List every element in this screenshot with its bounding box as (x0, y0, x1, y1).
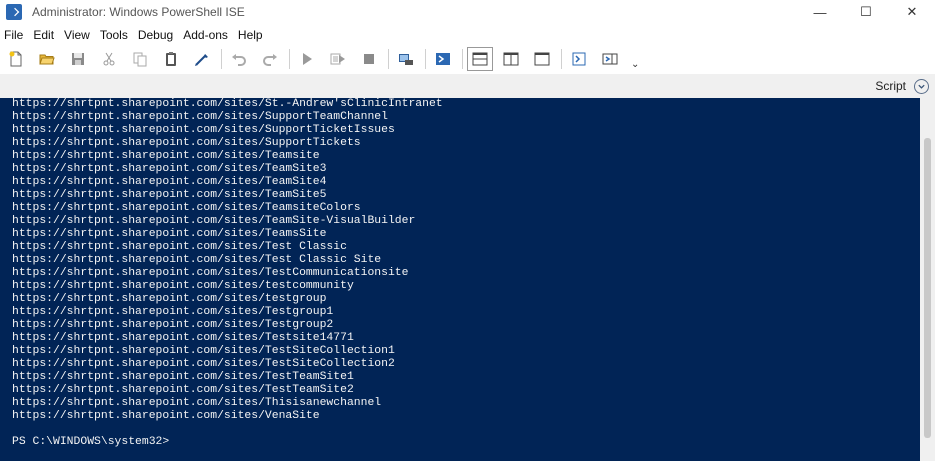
console-output-line: https://shrtpnt.sharepoint.com/sites/Tes… (12, 241, 347, 253)
console-output-line: https://shrtpnt.sharepoint.com/sites/Tea… (12, 189, 327, 201)
console-output-line: https://shrtpnt.sharepoint.com/sites/Tea… (12, 215, 416, 227)
console-output-line: https://shrtpnt.sharepoint.com/sites/Tes… (12, 384, 354, 396)
toolbar-separator (561, 49, 562, 69)
cut-icon[interactable] (97, 48, 121, 70)
scrollbar-thumb[interactable] (924, 138, 931, 438)
undo-icon[interactable] (227, 48, 251, 70)
console-output-line: https://shrtpnt.sharepoint.com/sites/Sup… (12, 111, 388, 123)
script-pane-label[interactable]: Script (875, 79, 906, 93)
console-output-line: https://shrtpnt.sharepoint.com/sites/Thi… (12, 397, 382, 409)
menu-add-ons[interactable]: Add-ons (178, 28, 233, 42)
menu-tools[interactable]: Tools (95, 28, 133, 42)
console-output-line: https://shrtpnt.sharepoint.com/sites/Tes… (12, 267, 409, 279)
toolbar-separator (388, 49, 389, 69)
stop-icon[interactable] (357, 48, 381, 70)
console-output-line: https://shrtpnt.sharepoint.com/sites/Tea… (12, 150, 320, 162)
console-output-line: https://shrtpnt.sharepoint.com/sites/Tes… (12, 254, 382, 266)
console-output-line: https://shrtpnt.sharepoint.com/sites/Tes… (12, 306, 334, 318)
console-output-line: https://shrtpnt.sharepoint.com/sites/tes… (12, 293, 327, 305)
console-output: https://shrtpnt.sharepoint.com/sites/St.… (12, 98, 920, 423)
menu-help[interactable]: Help (233, 28, 268, 42)
console-output-line: https://shrtpnt.sharepoint.com/sites/Tes… (12, 319, 334, 331)
console-output-line: https://shrtpnt.sharepoint.com/sites/Tes… (12, 358, 395, 370)
console-output-line: https://shrtpnt.sharepoint.com/sites/Tea… (12, 202, 361, 214)
menu-debug[interactable]: Debug (133, 28, 178, 42)
show-command-addon-icon[interactable] (598, 48, 622, 70)
save-icon[interactable] (66, 48, 90, 70)
menu-edit[interactable]: Edit (28, 28, 59, 42)
console-output-line: https://shrtpnt.sharepoint.com/sites/St.… (12, 98, 443, 110)
menu-file[interactable]: File (0, 28, 28, 42)
toolbar-separator (289, 49, 290, 69)
menu-view[interactable]: View (59, 28, 95, 42)
toolbar-separator (425, 49, 426, 69)
console-output-line: https://shrtpnt.sharepoint.com/sites/Tea… (12, 163, 327, 175)
console-output-line: https://shrtpnt.sharepoint.com/sites/Tea… (12, 228, 327, 240)
toolbar-separator (221, 49, 222, 69)
maximize-button[interactable]: ☐ (843, 0, 889, 24)
console-output-line: https://shrtpnt.sharepoint.com/sites/Ven… (12, 410, 320, 422)
show-script-pane-button[interactable] (914, 78, 929, 94)
title-bar: Administrator: Windows PowerShell ISE — … (0, 0, 935, 24)
console-output-line: https://shrtpnt.sharepoint.com/sites/Tes… (12, 345, 395, 357)
show-script-right-icon[interactable] (499, 48, 523, 70)
copy-icon[interactable] (128, 48, 152, 70)
chevron-down-icon (918, 84, 925, 89)
show-script-top-icon[interactable] (467, 47, 493, 71)
run-script-icon[interactable] (295, 48, 319, 70)
powershell-ise-icon (6, 4, 22, 20)
clear-console-icon[interactable] (190, 48, 214, 70)
console-output-line: https://shrtpnt.sharepoint.com/sites/Tes… (12, 371, 354, 383)
show-command-window-icon[interactable] (567, 48, 591, 70)
console-output-line: https://shrtpnt.sharepoint.com/sites/tes… (12, 280, 354, 292)
toolbar: ⌄ (0, 44, 935, 74)
new-file-icon[interactable] (4, 48, 28, 70)
run-selection-icon[interactable] (326, 48, 350, 70)
menu-bar: File Edit View Tools Debug Add-ons Help (0, 26, 935, 44)
console-output-line: https://shrtpnt.sharepoint.com/sites/Tea… (12, 176, 327, 188)
paste-icon[interactable] (159, 48, 183, 70)
console-prompt[interactable]: PS C:\WINDOWS\system32> (12, 436, 920, 449)
console-output-line: https://shrtpnt.sharepoint.com/sites/Sup… (12, 124, 395, 136)
minimize-button[interactable]: — (797, 0, 843, 24)
window-title: Administrator: Windows PowerShell ISE (32, 5, 245, 19)
redo-icon[interactable] (258, 48, 282, 70)
close-button[interactable]: ✕ (889, 0, 935, 24)
show-script-maximized-icon[interactable] (530, 48, 554, 70)
new-remote-tab-icon[interactable] (394, 48, 418, 70)
toolbar-separator (462, 49, 463, 69)
script-pane-header: Script (0, 74, 935, 98)
window-controls: — ☐ ✕ (797, 0, 935, 24)
console-scrollbar[interactable] (920, 98, 935, 461)
open-folder-icon[interactable] (35, 48, 59, 70)
start-powershell-icon[interactable] (431, 48, 455, 70)
toolbar-overflow-icon[interactable]: ⌄ (631, 59, 639, 70)
console-output-line: https://shrtpnt.sharepoint.com/sites/Sup… (12, 137, 361, 149)
console-pane[interactable]: https://shrtpnt.sharepoint.com/sites/St.… (0, 98, 920, 461)
console-output-line: https://shrtpnt.sharepoint.com/sites/Tes… (12, 332, 354, 344)
